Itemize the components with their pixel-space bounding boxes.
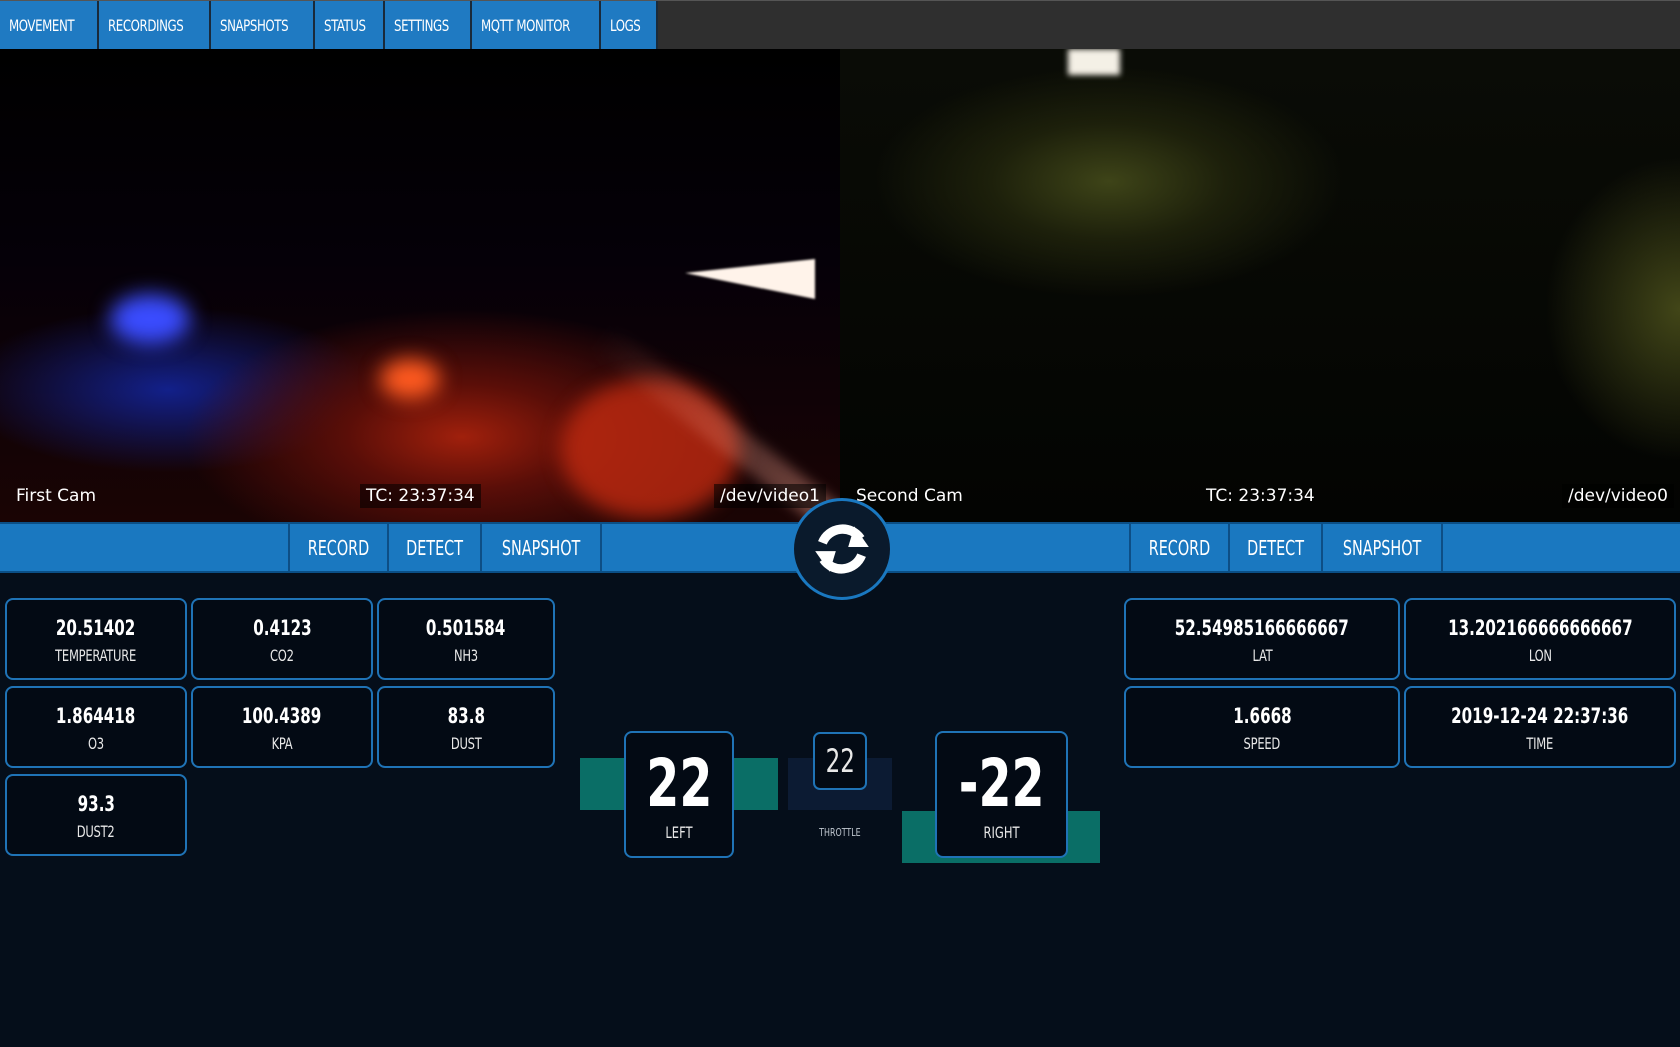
gps-card-lon: 13.202166666666667 LON — [1404, 598, 1676, 680]
sensor-label: O3 — [88, 734, 104, 753]
gps-label: TIME — [1526, 734, 1554, 753]
gps-label: LAT — [1252, 646, 1272, 665]
sensor-value: 20.51402 — [56, 616, 136, 640]
left-motor-label: LEFT — [665, 823, 693, 842]
gps-card-speed: 1.6668 SPEED — [1124, 686, 1400, 768]
tab-label: MOVEMENT — [9, 15, 75, 35]
sensor-card-nh3: 0.501584 NH3 — [377, 598, 555, 680]
camera-glow — [110, 294, 190, 344]
throttle-label: THROTTLE — [788, 826, 892, 839]
camera-feed-first: First Cam TC: 23:37:34 /dev/video1 — [0, 49, 840, 522]
tab-status[interactable]: STATUS — [314, 1, 386, 49]
camera-timecode: TC: 23:37:34 — [1206, 486, 1315, 506]
right-motor-label: RIGHT — [983, 823, 1020, 842]
throttle-value-box[interactable]: 22 — [813, 732, 867, 790]
throttle-label-text: THROTTLE — [819, 826, 861, 839]
refresh-icon — [815, 524, 869, 574]
gps-value: 13.202166666666667 — [1447, 616, 1633, 640]
tab-snapshots[interactable]: SNAPSHOTS — [211, 1, 315, 49]
button-label: DETECT — [1247, 535, 1304, 560]
left-motor-display: 22 LEFT — [624, 731, 734, 858]
sensor-card-dust: 83.8 DUST — [377, 686, 555, 768]
first-cam-snapshot-button[interactable]: SNAPSHOT — [480, 524, 603, 571]
second-cam-record-button[interactable]: RECORD — [1129, 524, 1228, 571]
tab-label: STATUS — [323, 15, 366, 35]
first-cam-detect-button[interactable]: DETECT — [386, 524, 481, 571]
button-label: SNAPSHOT — [1342, 535, 1422, 560]
tab-label: RECORDINGS — [108, 15, 184, 35]
tab-label: SNAPSHOTS — [220, 15, 289, 35]
button-label: RECORD — [1148, 535, 1211, 560]
tab-label: MQTT MONITOR — [481, 15, 571, 35]
sensor-label: CO2 — [270, 646, 294, 665]
camera-device: /dev/video0 — [1561, 484, 1674, 508]
sensor-value: 83.8 — [447, 704, 485, 728]
tab-label: LOGS — [609, 15, 641, 35]
second-cam-controls: RECORD DETECT SNAPSHOT — [1129, 524, 1444, 571]
camera-device: /dev/video1 — [713, 484, 826, 508]
tab-settings[interactable]: SETTINGS — [385, 1, 473, 49]
gps-value: 52.54985166666667 — [1174, 616, 1349, 640]
tab-mqtt-monitor[interactable]: MQTT MONITOR — [472, 1, 601, 49]
first-cam-record-button[interactable]: RECORD — [288, 524, 387, 571]
sensor-card-co2: 0.4123 CO2 — [191, 598, 373, 680]
tab-label: SETTINGS — [394, 15, 450, 35]
sensor-value: 100.4389 — [242, 704, 322, 728]
sensor-value: 0.4123 — [252, 616, 312, 640]
camera-timecode: TC: 23:37:34 — [360, 484, 481, 508]
left-motor-value: 22 — [645, 745, 713, 822]
sensor-card-o3: 1.864418 O3 — [5, 686, 187, 768]
first-cam-controls: RECORD DETECT SNAPSHOT — [288, 524, 603, 571]
camera-name: First Cam — [16, 486, 97, 506]
button-label: SNAPSHOT — [501, 535, 581, 560]
second-cam-snapshot-button[interactable]: SNAPSHOT — [1321, 524, 1444, 571]
sensor-label: DUST2 — [77, 822, 115, 841]
sensor-card-temperature: 20.51402 TEMPERATURE — [5, 598, 187, 680]
right-motor-display: -22 RIGHT — [935, 731, 1068, 858]
throttle-value: 22 — [825, 742, 855, 780]
camera-feed-second: Second Cam TC: 23:37:34 /dev/video0 — [840, 49, 1680, 522]
camera-light-flare — [685, 259, 815, 299]
right-motor-value: -22 — [958, 745, 1045, 822]
gps-label: SPEED — [1243, 734, 1281, 753]
sensor-value: 1.864418 — [56, 704, 136, 728]
gps-value: 1.6668 — [1232, 704, 1292, 728]
sensor-value: 0.501584 — [426, 616, 506, 640]
sensor-label: DUST — [450, 734, 482, 753]
gps-card-time: 2019-12-24 22:37:36 TIME — [1404, 686, 1676, 768]
sensor-label: KPA — [271, 734, 293, 753]
tab-movement[interactable]: MOVEMENT — [0, 1, 100, 49]
tab-recordings[interactable]: RECORDINGS — [99, 1, 212, 49]
top-nav: MOVEMENT RECORDINGS SNAPSHOTS STATUS SET… — [0, 0, 1680, 49]
tab-logs[interactable]: LOGS — [600, 1, 658, 49]
camera-glow — [380, 359, 440, 399]
sensor-card-dust2: 93.3 DUST2 — [5, 774, 187, 856]
gps-value: 2019-12-24 22:37:36 — [1451, 704, 1629, 728]
refresh-button[interactable] — [791, 498, 893, 600]
sensor-card-kpa: 100.4389 KPA — [191, 686, 373, 768]
sensor-value: 93.3 — [77, 792, 115, 816]
camera-light-source — [1068, 49, 1120, 75]
button-label: RECORD — [307, 535, 370, 560]
gps-card-lat: 52.54985166666667 LAT — [1124, 598, 1400, 680]
second-cam-detect-button[interactable]: DETECT — [1227, 524, 1322, 571]
gps-label: LON — [1528, 646, 1552, 665]
sensor-label: NH3 — [454, 646, 478, 665]
button-label: DETECT — [406, 535, 463, 560]
sensor-label: TEMPERATURE — [55, 646, 137, 665]
